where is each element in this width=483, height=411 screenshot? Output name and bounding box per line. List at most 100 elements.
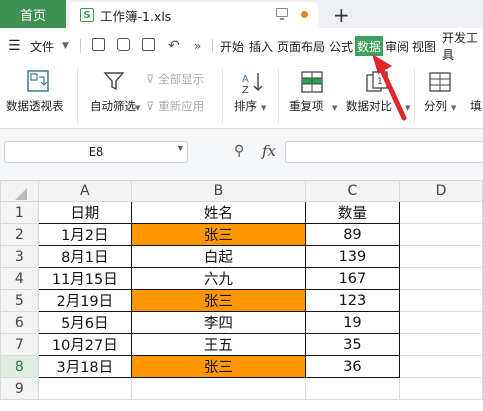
function-icon[interactable]: fx [262, 142, 276, 160]
table-row: 4 11月15日 六九 167 [0, 267, 483, 290]
fill-button[interactable]: 填 [460, 62, 483, 128]
file-menu[interactable]: 文件 [30, 30, 54, 62]
cell[interactable]: 3月18日 [37, 355, 132, 378]
formula-input[interactable] [285, 141, 483, 163]
cell[interactable] [399, 289, 483, 312]
row-header[interactable]: 3 [0, 245, 39, 268]
chevron-down-icon[interactable]: ▼ [261, 104, 266, 112]
cell[interactable] [399, 333, 483, 356]
split-column-button[interactable]: 分列 ▼ [418, 62, 460, 128]
workbook-tab[interactable]: S 工作簿-1.xls [70, 2, 318, 28]
cell[interactable] [130, 377, 306, 400]
chevron-down-icon[interactable]: ▼ [178, 144, 183, 154]
cell[interactable] [399, 311, 483, 334]
cell[interactable]: 姓名 [130, 201, 306, 224]
cell-highlighted[interactable]: 张三 [130, 223, 306, 246]
cell[interactable] [399, 223, 483, 246]
tab-developer[interactable]: 开发工具 [442, 31, 483, 62]
cell[interactable]: 8月1日 [37, 245, 132, 268]
sheet-table: A B C D 1 日期 姓名 数量 2 1月2日 张三 89 3 8月1日 白… [0, 180, 483, 400]
name-box[interactable]: E8 ▼ [4, 141, 188, 163]
unsaved-dot-icon[interactable] [301, 11, 308, 18]
cell[interactable]: 六九 [130, 267, 306, 290]
cell[interactable]: 11月15日 [37, 267, 132, 290]
chevron-down-icon[interactable]: ▼ [62, 30, 69, 62]
monitor-icon[interactable] [276, 8, 288, 20]
duplicates-icon [301, 71, 323, 93]
cell[interactable]: 王五 [130, 333, 306, 356]
row-header[interactable]: 6 [0, 311, 39, 334]
table-row: 9 [0, 377, 483, 400]
cell[interactable]: 李四 [130, 311, 306, 334]
tab-start[interactable]: 开始 [220, 36, 244, 56]
chevron-down-icon[interactable]: ▼ [451, 104, 456, 112]
row-header[interactable]: 5 [0, 289, 39, 312]
cell[interactable]: 10月27日 [37, 333, 132, 356]
cell[interactable]: 白起 [130, 245, 306, 268]
cell[interactable]: 19 [304, 311, 401, 334]
cell-highlighted[interactable]: 张三 [130, 355, 306, 378]
table-row: 2 1月2日 张三 89 [0, 223, 483, 246]
divider [80, 39, 81, 53]
name-box-value: E8 [88, 145, 104, 159]
pivot-table-icon [27, 70, 49, 92]
undo-icon[interactable]: ↶ [168, 30, 180, 62]
cell[interactable]: 167 [304, 267, 401, 290]
row-header[interactable]: 2 [0, 223, 39, 246]
show-all-button[interactable]: ⊽ 全部显示 [146, 71, 204, 87]
chevron-down-icon[interactable]: ▼ [135, 104, 140, 112]
cell-highlighted[interactable]: 张三 [130, 289, 306, 312]
row-header[interactable]: 7 [0, 333, 39, 356]
table-row: 8 3月18日 张三 36 [0, 355, 483, 378]
select-all-corner[interactable] [0, 180, 39, 202]
cell[interactable]: 数量 [304, 201, 401, 224]
print-icon[interactable] [117, 38, 130, 51]
cell[interactable]: 89 [304, 223, 401, 246]
reapply-button[interactable]: ⊽ 重新应用 [146, 98, 204, 114]
save-icon[interactable] [92, 38, 105, 51]
autofilter-button[interactable]: 自动筛选 ▼ [84, 62, 144, 128]
cell[interactable] [399, 245, 483, 268]
table-row: 7 10月27日 王五 35 [0, 333, 483, 356]
column-header[interactable]: D [399, 180, 483, 202]
cell[interactable] [399, 377, 483, 400]
sort-button[interactable]: A Z 排序 ▼ [228, 62, 278, 128]
tab-page-layout[interactable]: 页面布局 [277, 36, 325, 56]
cell[interactable] [399, 267, 483, 290]
column-header[interactable]: B [130, 180, 306, 202]
tab-formula[interactable]: 公式 [329, 36, 353, 56]
table-row: 3 8月1日 白起 139 [0, 245, 483, 268]
column-header[interactable]: C [304, 180, 401, 202]
cell[interactable] [399, 201, 483, 224]
cell[interactable] [37, 377, 132, 400]
cell[interactable]: 35 [304, 333, 401, 356]
cell[interactable]: 5月6日 [37, 311, 132, 334]
formula-bar: E8 ▼ ⚲ fx [0, 128, 483, 180]
row-header[interactable]: 1 [0, 201, 39, 224]
print-preview-icon[interactable] [142, 38, 155, 51]
zoom-icon[interactable]: ⚲ [234, 143, 244, 159]
home-tab[interactable]: 首页 [0, 0, 66, 28]
row-header[interactable]: 9 [0, 377, 39, 400]
chevron-down-icon[interactable]: ▼ [332, 104, 337, 112]
cell[interactable]: 日期 [37, 201, 132, 224]
cell[interactable]: 36 [304, 355, 401, 378]
tab-insert[interactable]: 插入 [249, 36, 273, 56]
duplicates-button[interactable]: 重复项 ▼ [284, 62, 339, 128]
new-tab-button[interactable]: + [333, 3, 350, 27]
cell[interactable] [304, 377, 401, 400]
pivot-table-button[interactable]: 数据透视表 [0, 62, 76, 128]
split-column-icon [429, 72, 451, 92]
sort-icon: A Z [242, 73, 263, 94]
cell[interactable]: 123 [304, 289, 401, 312]
cell[interactable]: 139 [304, 245, 401, 268]
row-header[interactable]: 4 [0, 267, 39, 290]
column-header[interactable]: A [37, 180, 132, 202]
more-icon[interactable]: » [194, 30, 201, 62]
cell[interactable] [399, 355, 483, 378]
cell[interactable]: 2月19日 [37, 289, 132, 312]
cell[interactable]: 1月2日 [37, 223, 132, 246]
row-header-active[interactable]: 8 [0, 355, 39, 378]
hamburger-icon[interactable]: ☰ [8, 30, 21, 62]
autofilter-label: 自动筛选 [90, 99, 136, 113]
